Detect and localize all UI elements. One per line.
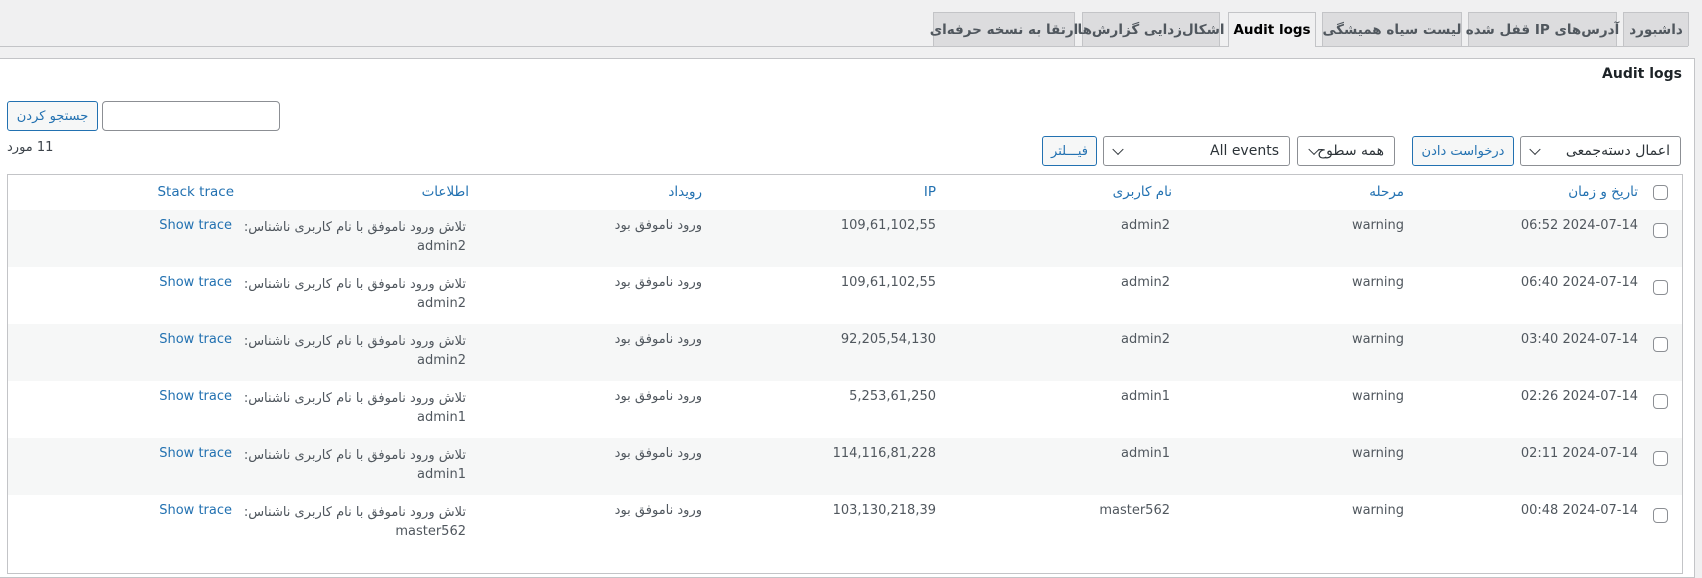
show-trace-link[interactable]: Show trace — [159, 389, 232, 404]
row-info-username: admin2 — [416, 353, 466, 368]
row-info: تلاش ورود ناموفق با نام کاربری ناشناس: ad… — [244, 218, 466, 256]
row-ip: 109,61,102,55 — [840, 275, 936, 290]
row-info-message: تلاش ورود ناموفق با نام کاربری ناشناس: — [243, 448, 466, 463]
table-row: 02:11 2024-07-14 warning admin1 114,116,81,… — [8, 438, 1682, 495]
level-filter-value: همه سطوح — [1317, 143, 1384, 159]
row-username: admin2 — [1120, 275, 1170, 290]
row-username: admin1 — [1120, 446, 1170, 461]
tabs-baseline — [0, 46, 1688, 47]
row-info-username: admin2 — [416, 296, 466, 311]
row-datetime: 06:52 2024-07-14 — [1520, 218, 1638, 233]
column-header-datetime[interactable]: تاریخ و زمان — [1568, 184, 1638, 200]
row-info-username: master562 — [395, 524, 466, 539]
row-username: master562 — [1099, 503, 1170, 518]
row-info-message: تلاش ورود ناموفق با نام کاربری ناشناس: — [243, 220, 466, 235]
show-trace-link[interactable]: Show trace — [159, 275, 232, 290]
row-datetime: 00:48 2024-07-14 — [1520, 503, 1638, 518]
row-info-message: تلاش ورود ناموفق با نام کاربری ناشناس: — [243, 334, 466, 349]
table-row: 03:40 2024-07-14 warning admin2 92,205,54,1… — [8, 324, 1682, 381]
row-datetime: 06:40 2024-07-14 — [1520, 275, 1638, 290]
row-info: تلاش ورود ناموفق با نام کاربری ناشناس: ad… — [244, 389, 466, 427]
row-info: تلاش ورود ناموفق با نام کاربری ناشناس: ad… — [244, 332, 466, 370]
row-datetime: 03:40 2024-07-14 — [1520, 332, 1638, 347]
row-info-username: admin1 — [416, 467, 466, 482]
row-username: admin2 — [1120, 332, 1170, 347]
tab-permanent-blacklist[interactable]: لیست سیاه همیشگی — [1322, 12, 1462, 46]
chevron-down-icon — [1529, 143, 1541, 156]
tab-upgrade-pro[interactable]: ارتقا به نسخه حرفه‌ای — [930, 12, 1078, 46]
row-ip: 5,253,61,250 — [849, 389, 936, 404]
table-row: 02:26 2024-07-14 warning admin1 5,253,61,25… — [8, 381, 1682, 438]
row-username: admin1 — [1120, 389, 1170, 404]
row-datetime: 02:26 2024-07-14 — [1520, 389, 1638, 404]
table-row: 06:40 2024-07-14 warning admin2 109,61,102,… — [8, 267, 1682, 324]
row-checkbox[interactable] — [1653, 280, 1668, 295]
chevron-down-icon — [1112, 143, 1124, 156]
column-header-event[interactable]: رویداد — [668, 184, 702, 200]
tab-audit-logs[interactable]: Audit logs — [1228, 12, 1316, 47]
table-header: تاریخ و زمان مرحله نام کاربری IP رویداد … — [8, 175, 1682, 211]
row-event: ورود ناموفق بود — [614, 446, 702, 461]
row-ip: 114,116,81,228 — [832, 446, 936, 461]
row-event: ورود ناموفق بود — [614, 503, 702, 518]
tab-locked-ips[interactable]: آدرس‌های IP قفل شده — [1466, 12, 1619, 46]
apply-bulk-button[interactable]: درخواست دادن — [1412, 136, 1514, 166]
tab-debug-logs[interactable]: اشکال‌زدایی گزارش‌ها — [1078, 12, 1225, 46]
show-trace-link[interactable]: Show trace — [159, 446, 232, 461]
row-username: admin2 — [1120, 218, 1170, 233]
row-level: warning — [1351, 332, 1404, 347]
page-title: Audit logs — [1602, 66, 1682, 82]
row-level: warning — [1351, 218, 1404, 233]
search-input[interactable] — [102, 101, 280, 131]
show-trace-link[interactable]: Show trace — [159, 503, 232, 518]
table-row: 00:48 2024-07-14 warning master562 103,130,… — [8, 495, 1682, 552]
row-event: ورود ناموفق بود — [614, 332, 702, 347]
level-filter-select[interactable]: همه سطوح — [1297, 136, 1395, 166]
row-info-username: admin1 — [416, 410, 466, 425]
search-button[interactable]: جستجو کردن — [7, 101, 98, 131]
select-all-checkbox[interactable] — [1653, 185, 1668, 200]
row-checkbox[interactable] — [1653, 223, 1668, 238]
row-info-username: admin2 — [416, 239, 466, 254]
show-trace-link[interactable]: Show trace — [159, 218, 232, 233]
row-info: تلاش ورود ناموفق با نام کاربری ناشناس: ad… — [244, 446, 466, 484]
row-checkbox[interactable] — [1653, 451, 1668, 466]
show-trace-link[interactable]: Show trace — [159, 332, 232, 347]
row-info-message: تلاش ورود ناموفق با نام کاربری ناشناس: — [243, 505, 466, 520]
column-header-info[interactable]: اطلاعات — [422, 184, 469, 200]
event-filter-value: All events — [1210, 143, 1279, 159]
row-checkbox[interactable] — [1653, 394, 1668, 409]
row-event: ورود ناموفق بود — [614, 389, 702, 404]
row-info-message: تلاش ورود ناموفق با نام کاربری ناشناس: — [243, 277, 466, 292]
column-header-ip[interactable]: IP — [924, 184, 936, 200]
filter-button[interactable]: فیـــلتر — [1042, 136, 1097, 166]
table-row: 06:52 2024-07-14 warning admin2 109,61,102,… — [8, 210, 1682, 267]
row-ip: 109,61,102,55 — [840, 218, 936, 233]
event-filter-select[interactable]: All events — [1103, 136, 1290, 166]
row-level: warning — [1351, 275, 1404, 290]
row-level: warning — [1351, 503, 1404, 518]
bulk-actions-select[interactable]: اعمال دسته‌جمعی — [1520, 136, 1681, 166]
row-info-message: تلاش ورود ناموفق با نام کاربری ناشناس: — [243, 391, 466, 406]
items-count: 11 مورد — [7, 140, 54, 155]
row-checkbox[interactable] — [1653, 337, 1668, 352]
tab-dashboard[interactable]: داشبورد — [1623, 12, 1689, 46]
row-level: warning — [1351, 389, 1404, 404]
audit-log-table: تاریخ و زمان مرحله نام کاربری IP رویداد … — [7, 174, 1683, 574]
row-info: تلاش ورود ناموفق با نام کاربری ناشناس: ma… — [244, 503, 466, 541]
row-event: ورود ناموفق بود — [614, 275, 702, 290]
column-header-level[interactable]: مرحله — [1369, 184, 1404, 200]
bulk-actions-value: اعمال دسته‌جمعی — [1565, 143, 1670, 159]
column-header-username[interactable]: نام کاربری — [1113, 184, 1172, 200]
row-datetime: 02:11 2024-07-14 — [1520, 446, 1638, 461]
row-checkbox[interactable] — [1653, 508, 1668, 523]
column-header-stack-trace[interactable]: Stack trace — [157, 184, 234, 200]
row-ip: 103,130,218,39 — [832, 503, 936, 518]
row-level: warning — [1351, 446, 1404, 461]
row-event: ورود ناموفق بود — [614, 218, 702, 233]
row-info: تلاش ورود ناموفق با نام کاربری ناشناس: ad… — [244, 275, 466, 313]
row-ip: 92,205,54,130 — [840, 332, 936, 347]
